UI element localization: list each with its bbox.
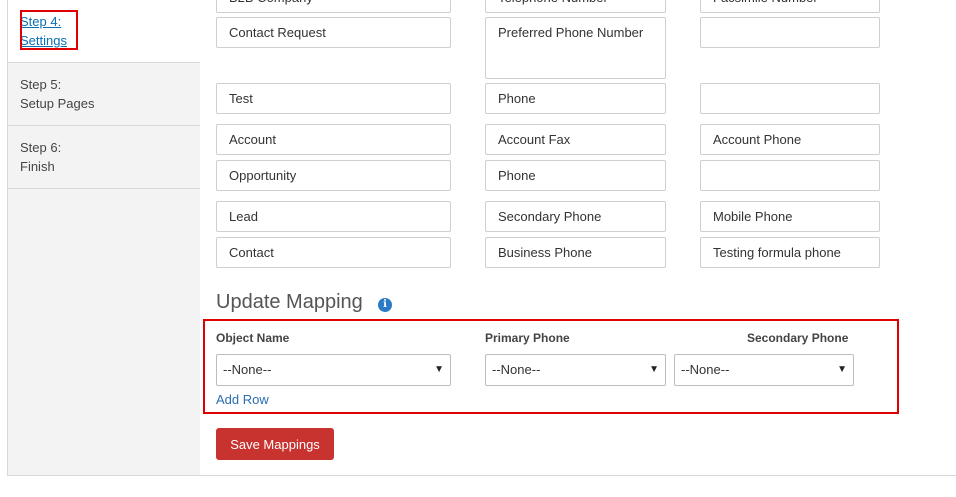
info-icon[interactable]: i [378,298,392,312]
primary-phone-select[interactable]: --None-- ▼ [485,354,666,386]
step-4-highlight [20,10,78,50]
chevron-down-icon: ▼ [434,364,444,375]
row-secondary-field[interactable]: Mobile Phone [700,201,880,232]
row-object-field[interactable]: Contact [216,237,451,268]
row-primary-field[interactable]: Secondary Phone [485,201,666,232]
row-object-field[interactable]: Account [216,124,451,155]
step-5-setup-pages[interactable]: Step 5: Setup Pages [8,62,200,125]
row-object-field[interactable]: Test [216,83,451,114]
object-name-select-value: --None-- [223,362,272,377]
primary-phone-select-value: --None-- [492,362,541,377]
row-primary-field[interactable]: Account Fax [485,124,666,155]
row-object-field[interactable]: Opportunity [216,160,451,191]
step-5-label: Setup Pages [20,96,95,111]
chevron-down-icon: ▼ [649,364,659,375]
step-6-number: Step 6: [20,140,62,155]
step-6-label: Finish [20,159,55,174]
step-6-finish[interactable]: Step 6: Finish [8,125,200,189]
row-object-field[interactable]: Contact Request [216,17,451,48]
column-header-object-name: Object Name [216,331,290,345]
step-5-number: Step 5: [20,77,62,92]
row-secondary-field[interactable]: Testing formula phone [700,237,880,268]
update-mapping-title: Update Mapping [216,291,363,313]
secondary-phone-select-value: --None-- [681,362,730,377]
add-row-link[interactable]: Add Row [216,392,269,407]
save-mappings-button[interactable]: Save Mappings [216,428,334,460]
wizard-sidebar: Step 4: Settings Step 5: Setup Pages Ste… [8,0,200,475]
row-primary-field[interactable]: Phone [485,160,666,191]
row-secondary-field[interactable]: Account Phone [700,124,880,155]
row-object-field[interactable]: Lead [216,201,451,232]
frame-border-bottom [7,475,956,476]
row-secondary-field[interactable] [700,83,880,114]
secondary-phone-select[interactable]: --None-- ▼ [674,354,854,386]
row-primary-field[interactable]: Phone [485,83,666,114]
row-primary-field[interactable]: Business Phone [485,237,666,268]
row-object-field[interactable]: B2B Company [216,0,451,13]
column-header-secondary-phone: Secondary Phone [747,331,849,345]
object-name-select[interactable]: --None-- ▼ [216,354,451,386]
row-primary-field[interactable]: Telephone Number [485,0,666,13]
row-primary-field[interactable]: Preferred Phone Number [485,17,666,79]
row-secondary-field[interactable]: Facsimile Number [700,0,880,13]
row-secondary-field[interactable] [700,17,880,48]
row-secondary-field[interactable] [700,160,880,191]
step-4-settings[interactable]: Step 4: Settings [8,0,200,62]
column-header-primary-phone: Primary Phone [485,331,570,345]
chevron-down-icon: ▼ [837,364,847,375]
